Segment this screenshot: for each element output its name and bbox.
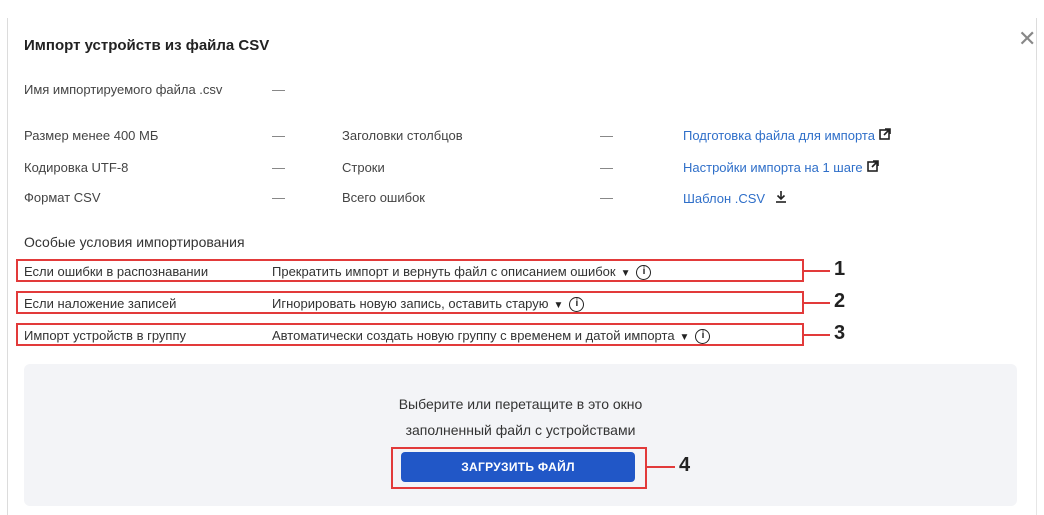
condition-label-errors: Если ошибки в распознавании (24, 264, 209, 279)
callout-line (647, 466, 675, 468)
info-icon[interactable]: i (695, 329, 711, 345)
scrollbar-track (1036, 60, 1037, 515)
file-name-value: — (272, 82, 285, 97)
condition-value-group: Автоматически создать новую группу с вре… (272, 328, 675, 343)
external-link-icon (866, 160, 879, 175)
info-icon[interactable]: i (636, 265, 652, 281)
link-prepare-file-label: Подготовка файла для импорта (683, 128, 875, 143)
requirement-size: Размер менее 400 МБ (24, 128, 159, 143)
stat-errors: Всего ошибок (342, 190, 425, 205)
stat-rows-value: — (600, 160, 613, 175)
external-link-icon (879, 128, 891, 143)
requirement-encoding: Кодировка UTF-8 (24, 160, 129, 175)
condition-value-overlap: Игнорировать новую запись, оставить стар… (272, 296, 549, 311)
drop-zone-text-2: заполненный файл с устройствами (405, 422, 636, 438)
requirement-encoding-value: — (272, 160, 285, 175)
info-icon[interactable]: i (569, 297, 585, 313)
requirement-format-value: — (272, 190, 285, 205)
link-import-settings-label: Настройки импорта на 1 шаге (683, 160, 863, 175)
condition-select-overlap[interactable]: Игнорировать новую запись, оставить стар… (272, 296, 585, 313)
callout-line (804, 270, 830, 272)
callout-number: 4 (679, 454, 691, 476)
caret-down-icon: ▼ (679, 332, 690, 343)
requirement-size-value: — (272, 128, 285, 143)
link-import-settings[interactable]: Настройки импорта на 1 шаге (683, 160, 879, 175)
condition-label-overlap: Если наложение записей (24, 296, 177, 311)
stat-headers: Заголовки столбцов (342, 128, 463, 143)
condition-value-errors: Прекратить импорт и вернуть файл с описа… (272, 264, 616, 279)
conditions-title: Особые условия импортирования (24, 234, 245, 250)
drop-zone-text-1: Выберите или перетащите в это окно (398, 396, 643, 412)
stat-headers-value: — (600, 128, 613, 143)
callout-number: 1 (834, 258, 846, 280)
callout-number: 3 (834, 322, 846, 344)
link-prepare-file[interactable]: Подготовка файла для импорта (683, 128, 891, 143)
download-icon (775, 190, 787, 206)
condition-label-group: Импорт устройств в группу (24, 328, 186, 343)
file-name-label: Имя импортируемого файла .csv (24, 82, 223, 97)
callout-number: 2 (834, 290, 846, 312)
link-csv-template[interactable]: Шаблон .CSV (683, 190, 787, 206)
dialog-title: Импорт устройств из файла CSV (24, 37, 270, 54)
condition-select-errors[interactable]: Прекратить импорт и вернуть файл с описа… (272, 264, 652, 281)
caret-down-icon: ▼ (553, 300, 564, 311)
callout-line (804, 302, 830, 304)
callout-line (804, 334, 830, 336)
condition-select-group[interactable]: Автоматически создать новую группу с вре… (272, 328, 711, 345)
upload-file-button[interactable]: ЗАГРУЗИТЬ ФАЙЛ (401, 452, 635, 482)
requirement-format: Формат CSV (24, 190, 101, 205)
link-csv-template-label: Шаблон .CSV (683, 191, 766, 206)
caret-down-icon: ▼ (620, 268, 631, 279)
stat-errors-value: — (600, 190, 613, 205)
close-icon[interactable]: ✕ (1018, 28, 1036, 50)
stat-rows: Строки (342, 160, 385, 175)
